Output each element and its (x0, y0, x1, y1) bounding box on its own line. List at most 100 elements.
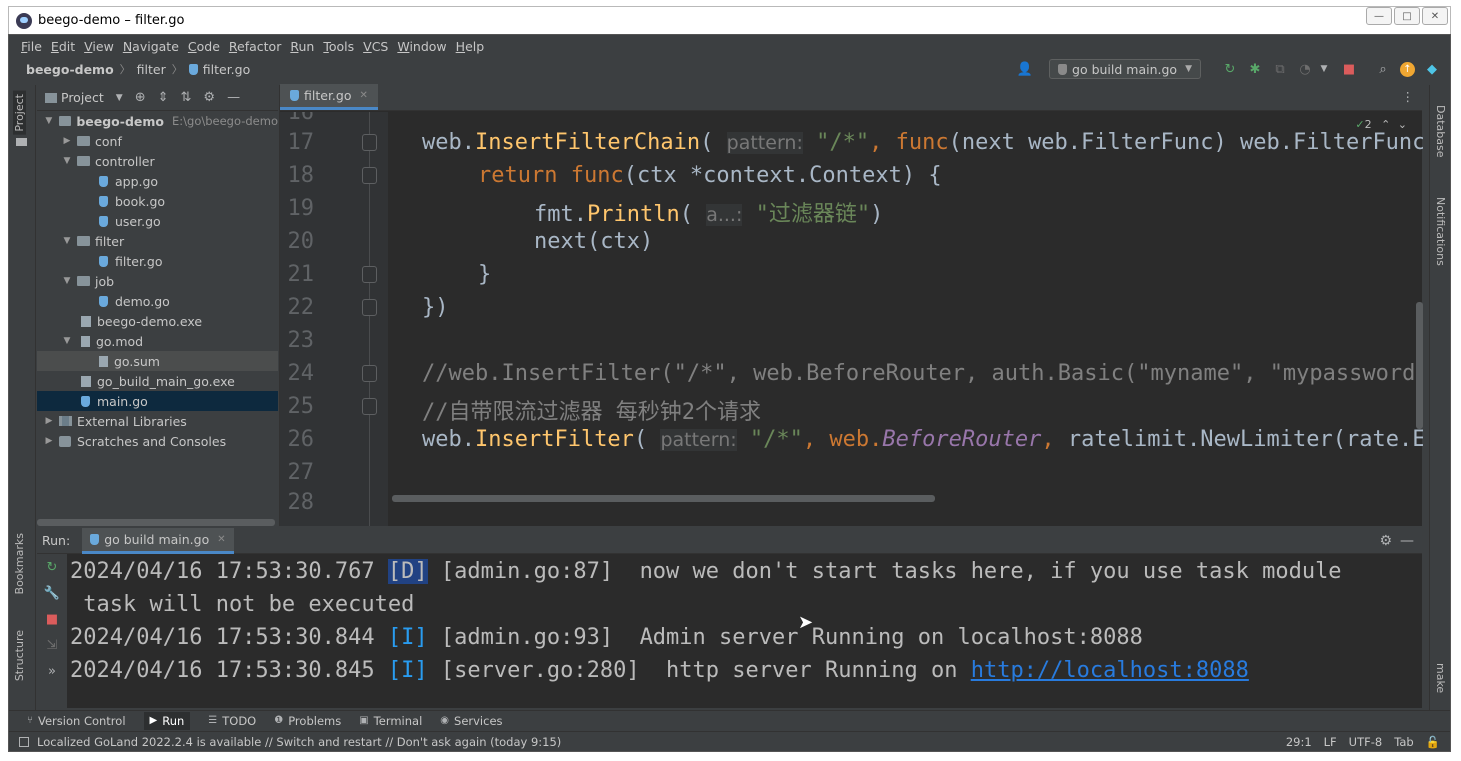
lock-icon[interactable]: 🔓 (1426, 735, 1440, 749)
tree-item-book-go[interactable]: book.go (37, 191, 278, 211)
chevron-right-icon: ▶ (63, 136, 71, 146)
debug-icon[interactable]: ✱ (1247, 61, 1263, 77)
collapse-all-icon[interactable]: ⇅ (181, 90, 192, 105)
gear-icon[interactable]: ⚙ (203, 90, 215, 105)
close-icon[interactable]: ✕ (217, 534, 225, 545)
menu-vcs[interactable]: VCS (363, 39, 388, 54)
structure-tool-tab[interactable]: Structure (13, 630, 26, 681)
tree-item-scratches[interactable]: ▶ Scratches and Consoles (37, 431, 278, 451)
indent-setting[interactable]: Tab (1394, 735, 1413, 749)
tooltab-version-control[interactable]: ⑂ Version Control (27, 714, 126, 728)
database-tool-tab[interactable]: Database (1434, 105, 1447, 158)
tab-filter-go[interactable]: filter.go ✕ (280, 84, 378, 110)
breadcrumb-project[interactable]: beego-demo (26, 62, 114, 77)
update-icon[interactable]: ↑ (1400, 61, 1415, 77)
coverage-icon[interactable]: ⧉ (1272, 61, 1288, 77)
line-number: 27 (287, 460, 315, 485)
menu-file[interactable]: File (21, 39, 42, 54)
code-token: return (478, 163, 571, 188)
goland-icon[interactable]: ◆ (1424, 61, 1440, 77)
menu-run[interactable]: Run (290, 39, 314, 54)
tooltab-run[interactable]: ▶ Run (143, 711, 191, 730)
toggle-toolbars-icon[interactable] (19, 736, 29, 747)
file-encoding[interactable]: UTF-8 (1349, 735, 1383, 749)
tooltab-services[interactable]: ◉ Services (440, 714, 502, 728)
run-tab[interactable]: go build main.go ✕ (82, 527, 234, 554)
gear-icon[interactable]: ⚙ (1379, 533, 1392, 549)
server-url-link[interactable]: http://localhost:8088 (971, 658, 1249, 683)
breadcrumb-folder[interactable]: filter (137, 62, 166, 77)
tree-item-demo-go[interactable]: demo.go (37, 291, 278, 311)
editor-vscrollbar[interactable] (1416, 302, 1423, 429)
menu-window[interactable]: Window (397, 39, 446, 54)
menu-edit[interactable]: Edit (51, 39, 75, 54)
hide-icon[interactable]: — (227, 90, 240, 105)
caret-position[interactable]: 29:1 (1286, 735, 1312, 749)
tree-item-external-libraries[interactable]: ▶ External Libraries (37, 411, 278, 431)
line-separator[interactable]: LF (1324, 735, 1337, 749)
fold-marker[interactable] (362, 134, 377, 151)
console-output[interactable]: 2024/04/16 17:53:30.767 [D] [admin.go:87… (70, 555, 1418, 708)
rerun-icon[interactable]: ↻ (37, 554, 67, 580)
fold-marker[interactable] (362, 299, 377, 316)
locate-icon[interactable]: ⊕ (135, 90, 146, 105)
editor-hscrollbar[interactable] (392, 495, 935, 502)
bookmarks-tool-tab[interactable]: Bookmarks (13, 533, 26, 594)
fold-marker[interactable] (362, 167, 377, 184)
minimize-button[interactable]: — (1366, 7, 1392, 25)
close-button[interactable]: ✕ (1422, 7, 1448, 25)
fold-marker[interactable] (362, 266, 377, 283)
line-number: 20 (287, 229, 315, 254)
menu-refactor[interactable]: Refactor (229, 39, 281, 54)
code-area[interactable]: 16 17 18 19 20 21 22 23 24 25 26 27 28 ✓… (280, 112, 1423, 526)
breadcrumb-file[interactable]: filter.go (203, 62, 251, 77)
services-icon: ◉ (440, 715, 450, 726)
restore-layout-icon[interactable]: ⇲ (37, 632, 67, 658)
profile-icon[interactable]: ◔ (1297, 61, 1313, 77)
tree-item-go-build-exe[interactable]: go_build_main_go.exe (37, 371, 278, 391)
menu-help[interactable]: Help (456, 39, 485, 54)
menu-navigate[interactable]: Navigate (123, 39, 179, 54)
notifications-tool-tab[interactable]: Notifications (1434, 197, 1447, 266)
tree-item-go-mod[interactable]: ▼ go.mod (37, 331, 278, 351)
make-tool-tab[interactable]: make (1434, 663, 1447, 693)
tree-item-conf[interactable]: ▶ conf (37, 131, 278, 151)
more-run-chevron-icon[interactable]: ▼ (1316, 61, 1332, 77)
tree-item-job[interactable]: ▼ job (37, 271, 278, 291)
menu-view[interactable]: View (84, 39, 114, 54)
maximize-button[interactable]: □ (1394, 7, 1420, 25)
stop-icon[interactable]: ■ (37, 606, 67, 632)
search-icon[interactable]: ⌕ (1375, 61, 1391, 77)
tree-item-app-go[interactable]: app.go (37, 171, 278, 191)
project-hscrollbar[interactable] (37, 519, 275, 526)
menu-code[interactable]: Code (188, 39, 220, 54)
project-panel-title[interactable]: Project (61, 90, 104, 105)
project-tool-tab[interactable]: Project (13, 91, 26, 135)
close-icon[interactable]: ✕ (360, 90, 368, 101)
rerun-icon[interactable]: ↻ (1222, 61, 1238, 77)
tooltab-problems[interactable]: ❶ Problems (274, 714, 341, 728)
tree-root[interactable]: ▼ beego-demo E:\go\beego-demo (37, 111, 278, 131)
fold-marker[interactable] (362, 365, 377, 382)
tree-item-filter[interactable]: ▼ filter (37, 231, 278, 251)
tree-item-go-sum[interactable]: go.sum (37, 351, 278, 371)
menu-tools[interactable]: Tools (323, 39, 354, 54)
tree-item-filter-go[interactable]: filter.go (37, 251, 278, 271)
expand-all-icon[interactable]: ⇕ (158, 90, 169, 105)
tree-item-controller[interactable]: ▼ controller (37, 151, 278, 171)
fold-marker[interactable] (362, 398, 377, 415)
run-config-selector[interactable]: go build main.go ▼ (1049, 59, 1201, 79)
more-icon[interactable]: » (37, 658, 67, 684)
tooltab-terminal[interactable]: ▣ Terminal (359, 714, 422, 728)
tooltab-todo[interactable]: ☰ TODO (208, 714, 256, 728)
wrench-icon[interactable]: 🔧 (37, 580, 67, 606)
tree-item-main-go[interactable]: main.go (37, 391, 278, 411)
stop-icon[interactable]: ■ (1341, 61, 1357, 77)
chevron-down-icon[interactable]: ▼ (116, 93, 123, 103)
user-icon[interactable]: 👤 (1017, 61, 1033, 77)
more-tabs-icon[interactable]: ⋮ (1402, 89, 1415, 104)
tree-item-user-go[interactable]: user.go (37, 211, 278, 231)
status-message[interactable]: Localized GoLand 2022.2.4 is available /… (37, 735, 561, 749)
hide-icon[interactable]: — (1400, 533, 1414, 549)
tree-item-beego-demo-exe[interactable]: beego-demo.exe (37, 311, 278, 331)
